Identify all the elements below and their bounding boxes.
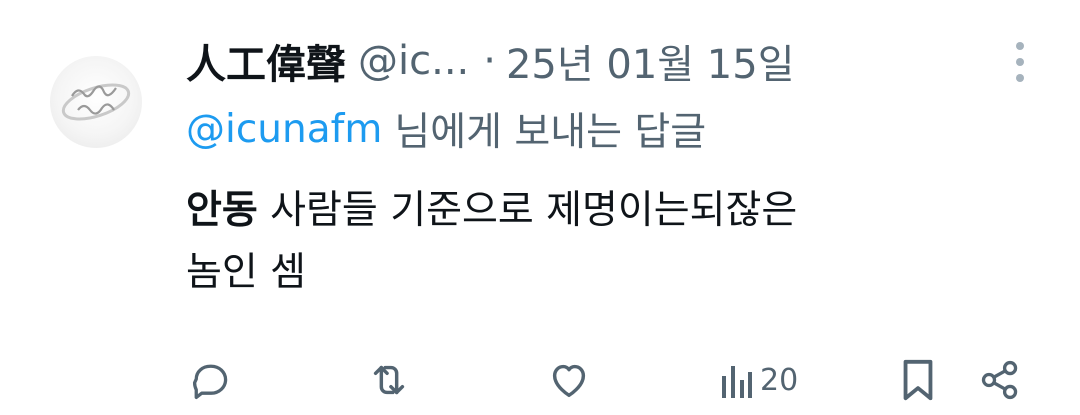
action-bar: 20	[0, 352, 1080, 408]
bookmark-button[interactable]	[898, 352, 938, 408]
heart-icon	[552, 364, 586, 398]
tweet-header: 人工偉聲 @ic... · 25년 01월 15일	[186, 26, 976, 96]
separator-dot: ·	[483, 38, 496, 84]
avatar[interactable]	[50, 56, 142, 148]
user-handle[interactable]: @ic...	[358, 38, 469, 84]
display-name[interactable]: 人工偉聲	[186, 32, 346, 90]
ring-avatar-icon	[61, 83, 131, 121]
tweet-text-line-1: 안동 사람들 기준으로 제명이는되잖은	[186, 180, 1046, 242]
more-options-button[interactable]	[1006, 40, 1034, 84]
share-icon	[981, 360, 1018, 400]
retweet-button[interactable]	[366, 352, 412, 408]
retweet-icon	[373, 365, 405, 395]
like-button[interactable]	[546, 352, 592, 408]
reply-mention-link[interactable]: @icunafm	[186, 107, 382, 152]
reply-context-label: 님에게 보내는 답글	[394, 110, 707, 155]
reply-icon	[192, 364, 228, 400]
reply-button[interactable]	[188, 352, 232, 408]
views-count: 20	[760, 362, 799, 398]
reply-context: @icunafm 님에게 보내는 답글	[186, 98, 706, 160]
tweet-text-line-2: 놈인 셈	[186, 250, 307, 295]
bookmark-icon	[903, 359, 933, 401]
views-icon	[722, 366, 752, 398]
tweet-date[interactable]: 25년 01월 15일	[506, 32, 795, 90]
tweet-text-line-1-rest: 사람들 기준으로 제명이는되잖은	[257, 188, 798, 233]
tweet-text: 안동 사람들 기준으로 제명이는되잖은 놈인 셈	[186, 180, 1046, 304]
views-button[interactable]: 20	[720, 352, 798, 408]
tweet-text-bold-word: 안동	[186, 188, 258, 233]
share-button[interactable]	[978, 352, 1022, 408]
